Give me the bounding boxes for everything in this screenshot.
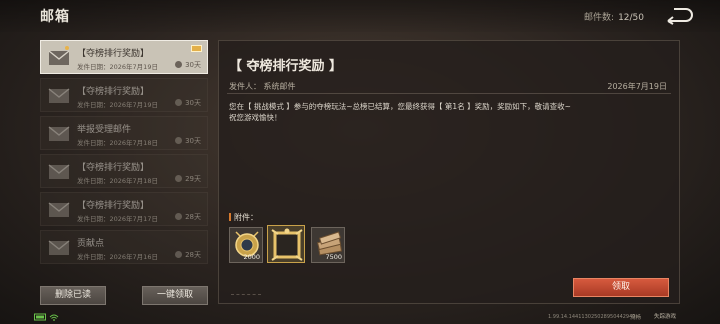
mail-expiry: 30天 xyxy=(175,136,201,146)
battery-wifi-icon xyxy=(34,313,59,321)
mail-title: 贡献点 xyxy=(77,239,105,249)
mail-date: 发件日期：2026年7月19日 xyxy=(77,101,158,109)
claim-all-button[interactable]: 一键领取 xyxy=(142,286,208,305)
version-text: 1.99.14.144113025028950442949 xyxy=(548,314,636,320)
claim-button[interactable]: 领取 xyxy=(573,278,669,297)
mail-expiry-days: 30天 xyxy=(185,99,201,107)
page-title: 邮箱 xyxy=(40,9,70,25)
mail-item[interactable]: 【夺榜排行奖励】 发件日期：2026年7月17日 28天 xyxy=(40,192,208,226)
mail-list: 【夺榜排行奖励】 发件日期：2026年7月19日 30天 【夺榜排行奖励】 发件… xyxy=(40,40,208,268)
mail-expiry-days: 30天 xyxy=(185,137,201,145)
mail-title: 【夺榜排行奖励】 xyxy=(77,163,150,173)
envelope-icon xyxy=(48,88,70,103)
envelope-icon xyxy=(48,240,70,255)
mail-expiry-days: 28天 xyxy=(185,213,201,221)
mail-title: 【夺榜排行奖励】 xyxy=(77,49,150,59)
mail-title: 【夺榜排行奖励】 xyxy=(77,87,150,97)
attachments-label: 附件： xyxy=(229,212,258,223)
mail-date: 发件日期：2026年7月17日 xyxy=(77,215,158,223)
mail-item[interactable]: 【夺榜排行奖励】 发件日期：2026年7月18日 29天 xyxy=(40,154,208,188)
mail-body-line: 您在【 挑战模式 】参与的夺榜玩法~总榜已结算，您最终获得【 第1名 】奖励，奖… xyxy=(229,102,571,111)
mail-date: 发件日期：2026年7月18日 xyxy=(77,139,158,147)
envelope-icon xyxy=(48,202,70,217)
mail-expiry-days: 29天 xyxy=(185,175,201,183)
clock-icon xyxy=(175,137,183,144)
mail-detail-date: 2026年7月19日 xyxy=(607,82,667,91)
envelope-icon xyxy=(48,126,70,141)
envelope-icon xyxy=(48,164,70,179)
mail-title: 【夺榜排行奖励】 xyxy=(77,201,150,211)
status-logo-text: 失踪游戏 xyxy=(654,314,677,320)
mail-expiry: 28天 xyxy=(175,212,201,222)
mail-date: 发件日期：2026年7月18日 xyxy=(77,177,158,185)
attachment-icon xyxy=(191,45,202,52)
mail-expiry: 30天 xyxy=(175,98,201,108)
mail-detail-title: 【 夺榜排行奖励 】 xyxy=(229,59,343,74)
clock-icon xyxy=(175,251,183,258)
unread-dot xyxy=(65,46,69,50)
mail-date: 发件日期：2026年7月16日 xyxy=(77,253,158,261)
mail-count-value: 12/50 xyxy=(618,13,644,23)
mail-expiry: 28天 xyxy=(175,250,201,260)
mail-expiry-days: 30天 xyxy=(185,61,201,69)
mail-item[interactable]: 举报受理邮件 发件日期：2026年7月18日 30天 xyxy=(40,116,208,150)
attachments-label-text: 附件： xyxy=(234,213,258,222)
label-bar xyxy=(229,213,231,221)
attachment-quantity: 2000 xyxy=(243,253,260,261)
mail-expiry-days: 28天 xyxy=(185,251,201,259)
panel-decoration xyxy=(231,289,261,295)
mail-count-label: 邮件数: xyxy=(584,13,615,23)
mail-expiry: 29天 xyxy=(175,174,201,184)
status-text: 流畅 xyxy=(630,315,642,321)
clock-icon xyxy=(175,61,183,68)
top-bar: 邮箱 邮件数: 12/50 xyxy=(0,0,720,32)
delete-read-button[interactable]: 删除已读 xyxy=(40,286,106,305)
clock-icon xyxy=(175,99,183,106)
mail-expiry: 30天 xyxy=(175,60,201,70)
mail-item[interactable]: 【夺榜排行奖励】 发件日期：2026年7月19日 30天 xyxy=(40,40,208,74)
attachment-slot[interactable]: 2000 xyxy=(229,227,263,263)
attachment-slot[interactable] xyxy=(267,225,305,263)
mail-detail-panel: 【 夺榜排行奖励 】 发件人： 系统邮件 2026年7月19日 您在【 挑战模式… xyxy=(218,40,680,304)
mail-sender: 发件人： 系统邮件 xyxy=(229,82,296,91)
mail-item[interactable]: 【夺榜排行奖励】 发件日期：2026年7月19日 30天 xyxy=(40,78,208,112)
attachment-quantity: 7500 xyxy=(325,253,342,261)
envelope-icon xyxy=(48,50,70,65)
mail-count: 邮件数: 12/50 xyxy=(584,10,644,23)
clock-icon xyxy=(175,175,183,182)
mail-body: 您在【 挑战模式 】参与的夺榜玩法~总榜已结算，您最终获得【 第1名 】奖励，奖… xyxy=(229,101,669,123)
clock-icon xyxy=(175,213,183,220)
mail-item[interactable]: 贡献点 发件日期：2026年7月16日 28天 xyxy=(40,230,208,264)
attachment-slot[interactable]: 7500 xyxy=(311,227,345,263)
mail-body-line: 祝您游戏愉快！ xyxy=(229,113,282,122)
golden-frame-icon xyxy=(271,228,303,261)
mail-date: 发件日期：2026年7月19日 xyxy=(77,63,158,71)
mail-title: 举报受理邮件 xyxy=(77,125,132,135)
divider xyxy=(227,93,671,94)
back-arrow-icon[interactable] xyxy=(664,7,694,25)
